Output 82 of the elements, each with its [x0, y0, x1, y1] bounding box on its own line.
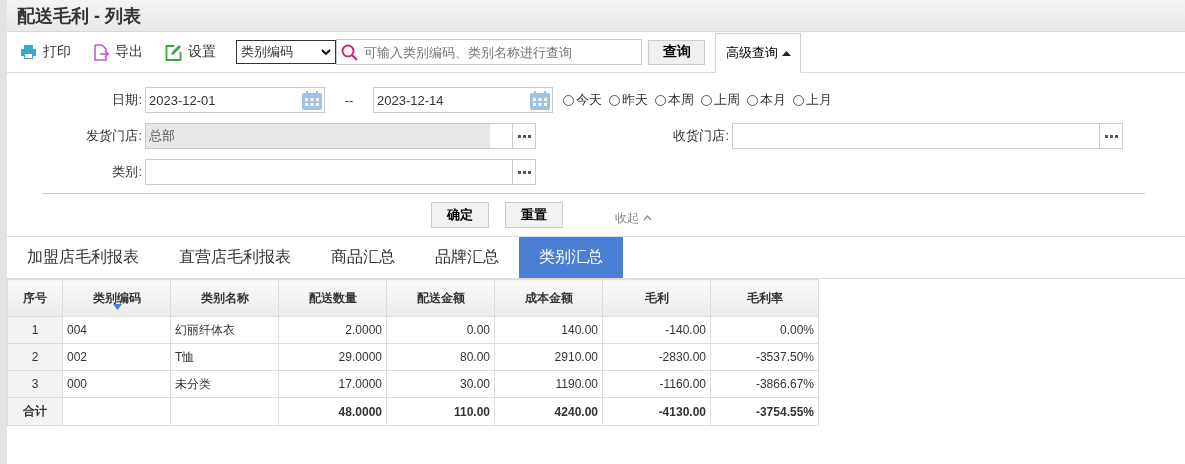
field-label: 日期: — [111, 91, 143, 109]
radio-label: 本月 — [760, 91, 786, 109]
reset-button[interactable]: 重置 — [505, 202, 563, 228]
table-cell: 80.00 — [386, 343, 495, 371]
field-label: 发货门店: — [85, 127, 143, 145]
total-cell: -3754.55% — [710, 397, 819, 426]
table-cell: -3866.67% — [710, 370, 819, 398]
more-button[interactable] — [513, 159, 536, 185]
field-label: 类别: — [111, 163, 143, 181]
table-cell: 004 — [62, 316, 171, 344]
field-label: 收货门店: — [672, 127, 730, 145]
range-separator: -- — [343, 92, 355, 108]
table-cell: 140.00 — [494, 316, 603, 344]
table-cell: 幻丽纤体衣 — [170, 316, 279, 344]
date-field[interactable]: 2023-12-14 — [373, 87, 553, 113]
column-header[interactable]: 类别名称 — [170, 279, 279, 317]
report-tab[interactable]: 直营店毛利报表 — [159, 237, 311, 278]
column-header[interactable]: 毛利 — [602, 279, 711, 317]
search-button[interactable]: 查询 — [648, 39, 705, 65]
table-cell: 30.00 — [386, 370, 495, 398]
more-button[interactable] — [1100, 123, 1123, 149]
table-cell: 1190.00 — [494, 370, 603, 398]
total-cell: 48.0000 — [278, 397, 387, 426]
collapse-link[interactable]: 收起 — [609, 208, 658, 228]
radio-label: 今天 — [576, 91, 602, 109]
column-header[interactable]: 毛利率 — [710, 279, 819, 317]
table-cell: 3 — [7, 370, 63, 398]
table-cell: T恤 — [170, 343, 279, 371]
printer-icon — [20, 44, 37, 60]
report-tab[interactable]: 品牌汇总 — [415, 237, 519, 278]
column-header[interactable]: 配送金额 — [386, 279, 495, 317]
confirm-button[interactable]: 确定 — [431, 202, 489, 228]
column-header[interactable]: 类别编码 — [62, 279, 171, 317]
category-field[interactable] — [145, 159, 513, 185]
table-cell: 002 — [62, 343, 171, 371]
table-cell: 2 — [7, 343, 63, 371]
table-cell: -2830.00 — [602, 343, 711, 371]
table-cell: 17.0000 — [278, 370, 387, 398]
table-cell: 1 — [7, 316, 63, 344]
store-field[interactable] — [732, 123, 1100, 149]
calendar-icon — [530, 90, 550, 110]
total-cell: 4240.00 — [494, 397, 603, 426]
table-cell: 未分类 — [170, 370, 279, 398]
print-button[interactable]: 打印 — [16, 43, 75, 61]
settings-button[interactable]: 设置 — [161, 43, 220, 61]
table-cell: -140.00 — [602, 316, 711, 344]
chevron-up-icon — [643, 215, 652, 221]
radio-label: 上周 — [714, 91, 740, 109]
table-cell: 2.0000 — [278, 316, 387, 344]
caret-icon — [781, 50, 791, 56]
radio-label: 本周 — [668, 91, 694, 109]
table-cell: -1160.00 — [602, 370, 711, 398]
advanced-search-tab[interactable]: 高级查询 — [715, 33, 801, 73]
table-cell: 2910.00 — [494, 343, 603, 371]
chevron-down-icon — [321, 48, 331, 56]
search-type-select[interactable]: 类别编码 — [236, 40, 336, 64]
table-cell: 0.00 — [386, 316, 495, 344]
export-icon — [93, 43, 109, 61]
calendar-icon — [302, 90, 322, 110]
radio-label: 上月 — [806, 91, 832, 109]
total-label: 合计 — [7, 397, 63, 426]
column-header[interactable]: 序号 — [7, 279, 63, 317]
radio-label: 昨天 — [622, 91, 648, 109]
table-cell: 29.0000 — [278, 343, 387, 371]
sort-icon — [112, 304, 122, 310]
report-tab[interactable]: 加盟店毛利报表 — [7, 237, 159, 278]
table-cell: 000 — [62, 370, 171, 398]
date-field[interactable]: 2023-12-01 — [145, 87, 325, 113]
table-cell: -3537.50% — [710, 343, 819, 371]
report-tab[interactable]: 商品汇总 — [311, 237, 415, 278]
page-title: 配送毛利 - 列表 — [17, 4, 141, 28]
column-header[interactable]: 成本金额 — [494, 279, 603, 317]
table-cell: 0.00% — [710, 316, 819, 344]
search-icon — [341, 43, 358, 61]
more-button[interactable] — [513, 123, 536, 149]
column-header[interactable]: 配送数量 — [278, 279, 387, 317]
export-button[interactable]: 导出 — [89, 43, 147, 61]
report-tab[interactable]: 类别汇总 — [519, 237, 623, 278]
search-field[interactable]: 可输入类别编码、类别名称进行查询 — [336, 39, 642, 65]
edit-icon — [165, 43, 182, 61]
total-cell: 110.00 — [386, 397, 495, 426]
total-cell: -4130.00 — [602, 397, 711, 426]
